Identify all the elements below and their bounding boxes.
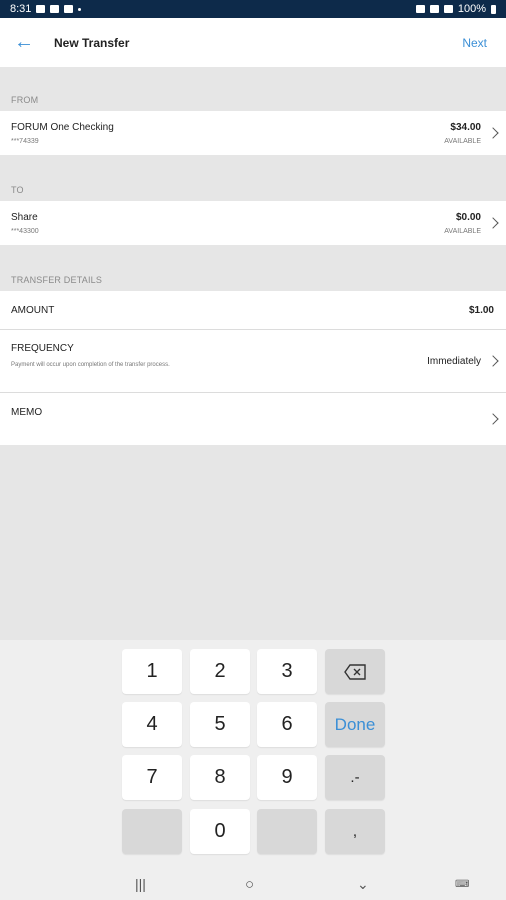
key-2[interactable]: 2 (190, 649, 250, 694)
keyboard-icon[interactable]: ⌨ (455, 879, 469, 890)
more-notifications-icon (78, 7, 82, 11)
back-button[interactable]: ← (0, 18, 48, 67)
amount-row[interactable]: AMOUNT $1.00 (0, 291, 506, 329)
chevron-right-icon (487, 413, 499, 425)
key-3[interactable]: 3 (257, 649, 317, 694)
key-4[interactable]: 4 (122, 702, 182, 747)
from-section-label: FROM (11, 95, 39, 105)
battery-percentage: 100% (457, 3, 486, 15)
done-key[interactable]: Done (325, 702, 385, 747)
home-icon[interactable]: ○ (245, 876, 254, 893)
dot-dash-key[interactable]: .- (325, 755, 385, 800)
wifi-icon (443, 5, 453, 13)
location-notification-icon (64, 5, 74, 13)
mute-icon (429, 5, 439, 13)
from-account-balance: $34.00 (450, 122, 481, 133)
empty-key (122, 809, 182, 854)
from-account-number: ***74339 (11, 138, 39, 145)
chevron-right-icon (487, 217, 499, 229)
backspace-key[interactable] (325, 649, 385, 694)
to-available-label: AVAILABLE (444, 228, 481, 235)
vibrate-icon (415, 5, 425, 13)
chevron-right-icon (487, 127, 499, 139)
to-section-label: TO (11, 185, 24, 195)
details-section-label: TRANSFER DETAILS (11, 275, 103, 285)
to-account-row[interactable]: Share ***43300 $0.00 AVAILABLE (0, 201, 506, 245)
memo-label: MEMO (11, 407, 43, 418)
memo-row[interactable]: MEMO (0, 393, 506, 445)
battery-icon (491, 4, 496, 14)
backspace-icon (344, 663, 366, 680)
empty-key (257, 809, 317, 854)
amount-value: $1.00 (468, 305, 494, 316)
system-nav-bar: ||| ○ ⌄ ⌨ (0, 868, 506, 900)
numeric-keypad: 1 2 3 4 5 6 Done 7 8 9 .- 0 , (0, 640, 506, 900)
from-available-label: AVAILABLE (444, 138, 481, 145)
cloud-notification-icon (50, 5, 60, 13)
key-5[interactable]: 5 (190, 702, 250, 747)
key-7[interactable]: 7 (122, 755, 182, 800)
to-account-number: ***43300 (11, 228, 39, 235)
status-bar: 8:31 100% (0, 0, 506, 18)
frequency-value: Immediately (427, 356, 481, 367)
key-6[interactable]: 6 (257, 702, 317, 747)
from-account-name: FORUM One Checking (11, 122, 114, 133)
frequency-note: Payment will occur upon completion of th… (11, 362, 170, 368)
frequency-row[interactable]: FREQUENCY Payment will occur upon comple… (0, 330, 506, 392)
app-bar: ← New Transfer Next (0, 18, 506, 67)
key-8[interactable]: 8 (190, 755, 250, 800)
recent-apps-icon[interactable]: ||| (135, 876, 146, 892)
next-button[interactable]: Next (462, 36, 487, 50)
gallery-notification-icon (36, 5, 46, 13)
chevron-right-icon (487, 355, 499, 367)
to-account-balance: $0.00 (455, 212, 481, 223)
page-title: New Transfer (54, 35, 130, 50)
to-account-name: Share (11, 212, 38, 223)
from-account-row[interactable]: FORUM One Checking ***74339 $34.00 AVAIL… (0, 111, 506, 155)
comma-key[interactable]: , (325, 809, 385, 854)
arrow-left-icon: ← (14, 31, 34, 53)
key-1[interactable]: 1 (122, 649, 182, 694)
key-9[interactable]: 9 (257, 755, 317, 800)
frequency-label: FREQUENCY (11, 343, 74, 354)
amount-label: AMOUNT (11, 305, 55, 316)
status-time: 8:31 (10, 3, 32, 15)
chevron-down-icon[interactable]: ⌄ (357, 876, 369, 893)
key-0[interactable]: 0 (190, 809, 250, 854)
